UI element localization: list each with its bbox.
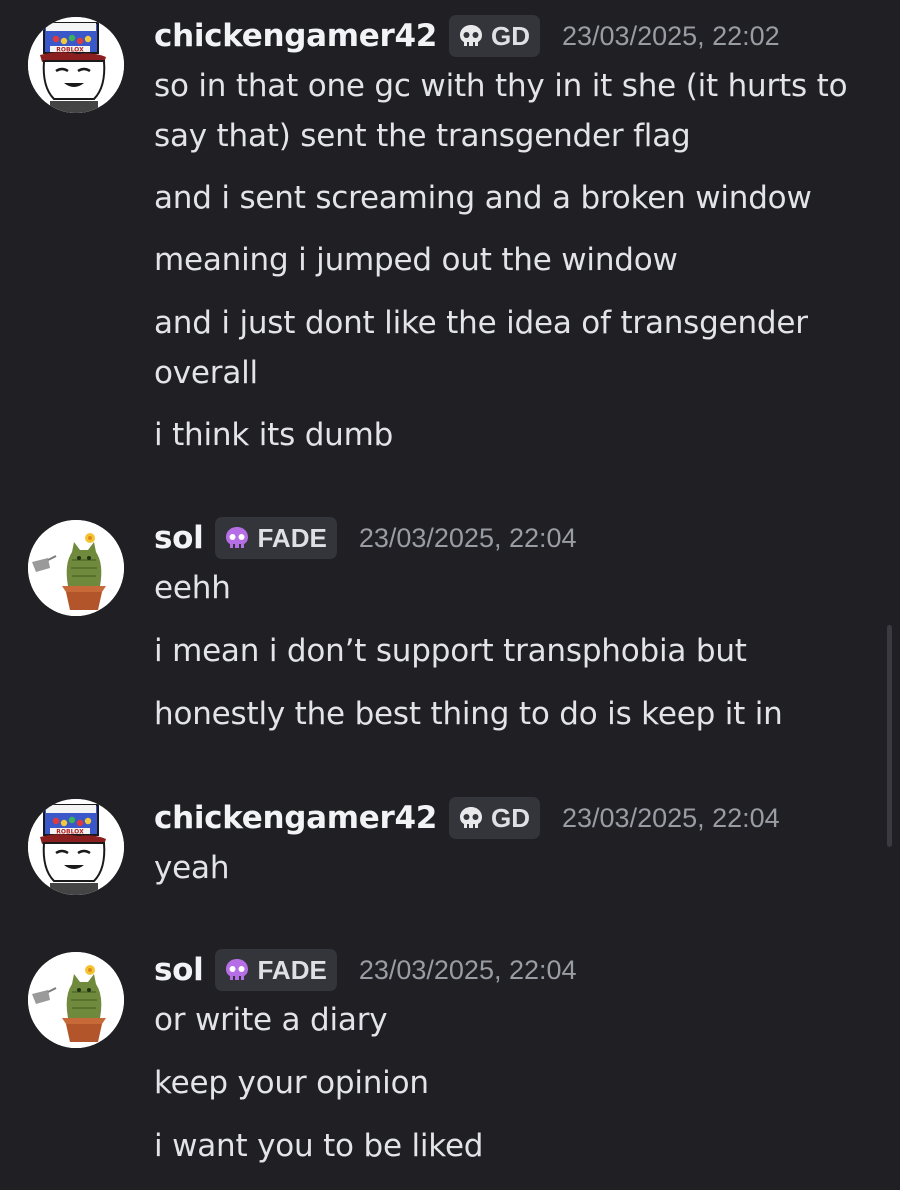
- server-tag[interactable]: GD: [449, 15, 540, 57]
- message-text: or write a diary: [154, 1002, 388, 1038]
- timestamp: 23/03/2025, 22:04: [358, 522, 577, 553]
- username[interactable]: sol: [154, 520, 204, 556]
- server-tag-label: FADE: [257, 522, 327, 553]
- username[interactable]: sol: [154, 952, 204, 988]
- message-group: chickengamer42 GD 23/03/2025, 22:04 yeah: [0, 796, 900, 896]
- message-group: sol FADE 23/03/2025, 22:04 eehh i mean i…: [0, 516, 900, 736]
- message-group: sol FADE 23/03/2025, 22:04 or write a di…: [0, 948, 900, 1178]
- message-text: and i just dont like the idea of transge…: [154, 305, 808, 391]
- skull-icon: [457, 22, 485, 50]
- user-avatar[interactable]: [28, 952, 124, 1048]
- timestamp: 23/03/2025, 22:02: [562, 20, 780, 51]
- message-text: i mean i don’t support transphobia but: [154, 633, 747, 669]
- scrollbar[interactable]: [887, 625, 892, 847]
- message-text: meaning i jumped out the window: [154, 242, 678, 278]
- server-tag[interactable]: FADE: [215, 949, 337, 991]
- skull-icon: [457, 804, 485, 832]
- timestamp: 23/03/2025, 22:04: [562, 802, 780, 833]
- user-avatar[interactable]: [28, 799, 124, 895]
- username[interactable]: chickengamer42: [154, 18, 437, 54]
- server-tag-label: FADE: [257, 954, 327, 985]
- message-header: chickengamer42 GD 23/03/2025, 22:04: [154, 796, 780, 840]
- message-text: i want you to be liked: [154, 1128, 484, 1164]
- message-text: eehh: [154, 570, 231, 606]
- message-text: keep your opinion: [154, 1065, 429, 1101]
- timestamp: 23/03/2025, 22:04: [358, 954, 577, 985]
- cat-avatar-image: [28, 952, 124, 1048]
- server-tag-label: GD: [491, 802, 530, 833]
- message-header: chickengamer42 GD 23/03/2025, 22:02: [154, 14, 780, 58]
- user-avatar[interactable]: [28, 520, 124, 616]
- message-text: yeah: [154, 850, 230, 886]
- server-tag-label: GD: [491, 20, 530, 51]
- server-tag[interactable]: FADE: [215, 517, 337, 559]
- roblox-avatar-image: [28, 17, 124, 113]
- message-header: sol FADE 23/03/2025, 22:04: [154, 948, 577, 992]
- purple-skull-icon: [223, 524, 251, 552]
- user-avatar[interactable]: [28, 17, 124, 113]
- message-text: i think its dumb: [154, 417, 394, 453]
- message-text: and i sent screaming and a broken window: [154, 180, 812, 216]
- roblox-avatar-image: [28, 799, 124, 895]
- username[interactable]: chickengamer42: [154, 800, 437, 836]
- message-text: honestly the best thing to do is keep it…: [154, 696, 783, 732]
- purple-skull-icon: [223, 956, 251, 984]
- message-group: chickengamer42 GD 23/03/2025, 22:02 so i…: [0, 14, 900, 454]
- cat-avatar-image: [28, 520, 124, 616]
- message-header: sol FADE 23/03/2025, 22:04: [154, 516, 577, 560]
- server-tag[interactable]: GD: [449, 797, 540, 839]
- message-text: so in that one gc with thy in it she (it…: [154, 68, 848, 154]
